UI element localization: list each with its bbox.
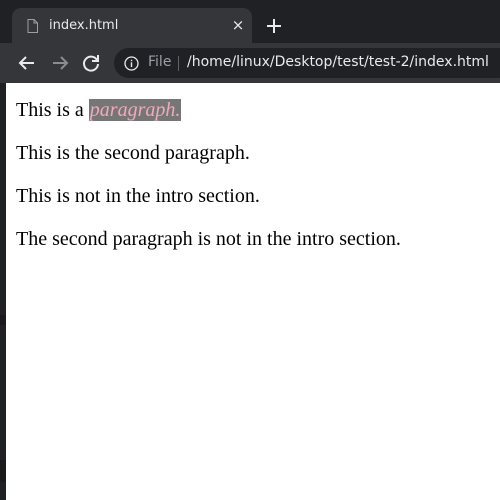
paragraph-2: This is the second paragraph. bbox=[16, 142, 250, 164]
info-icon[interactable] bbox=[124, 56, 139, 71]
browser-window: index.html × File /home/linux/Desktop/te… bbox=[0, 0, 500, 500]
address-bar[interactable]: File /home/linux/Desktop/test/test-2/ind… bbox=[114, 48, 500, 78]
page-content: This is a paragraph. This is the second … bbox=[16, 99, 401, 271]
forward-arrow-icon[interactable] bbox=[48, 51, 72, 75]
page-viewport: This is a paragraph. This is the second … bbox=[6, 83, 500, 500]
url-scheme-label: File bbox=[148, 54, 172, 70]
paragraph-3: This is not in the intro section. bbox=[16, 185, 260, 207]
new-tab-plus-icon[interactable] bbox=[264, 16, 284, 36]
file-icon bbox=[27, 19, 38, 33]
reload-icon[interactable] bbox=[79, 51, 103, 75]
highlighted-word: paragraph. bbox=[88, 99, 182, 121]
paragraph-1: This is a paragraph. bbox=[16, 99, 401, 122]
paragraph-4: The second paragraph is not in the intro… bbox=[16, 228, 401, 250]
tab-strip: index.html × bbox=[0, 0, 500, 43]
address-divider bbox=[178, 56, 179, 71]
toolbar: File /home/linux/Desktop/test/test-2/ind… bbox=[0, 43, 500, 83]
tab-close-icon[interactable]: × bbox=[230, 17, 246, 33]
paragraph-1-text: This is a bbox=[16, 99, 89, 121]
url-text[interactable]: /home/linux/Desktop/test/test-2/index.ht… bbox=[187, 54, 489, 70]
tab-index-html[interactable]: index.html × bbox=[12, 8, 252, 43]
tab-title: index.html bbox=[49, 18, 119, 33]
back-arrow-icon[interactable] bbox=[15, 51, 39, 75]
